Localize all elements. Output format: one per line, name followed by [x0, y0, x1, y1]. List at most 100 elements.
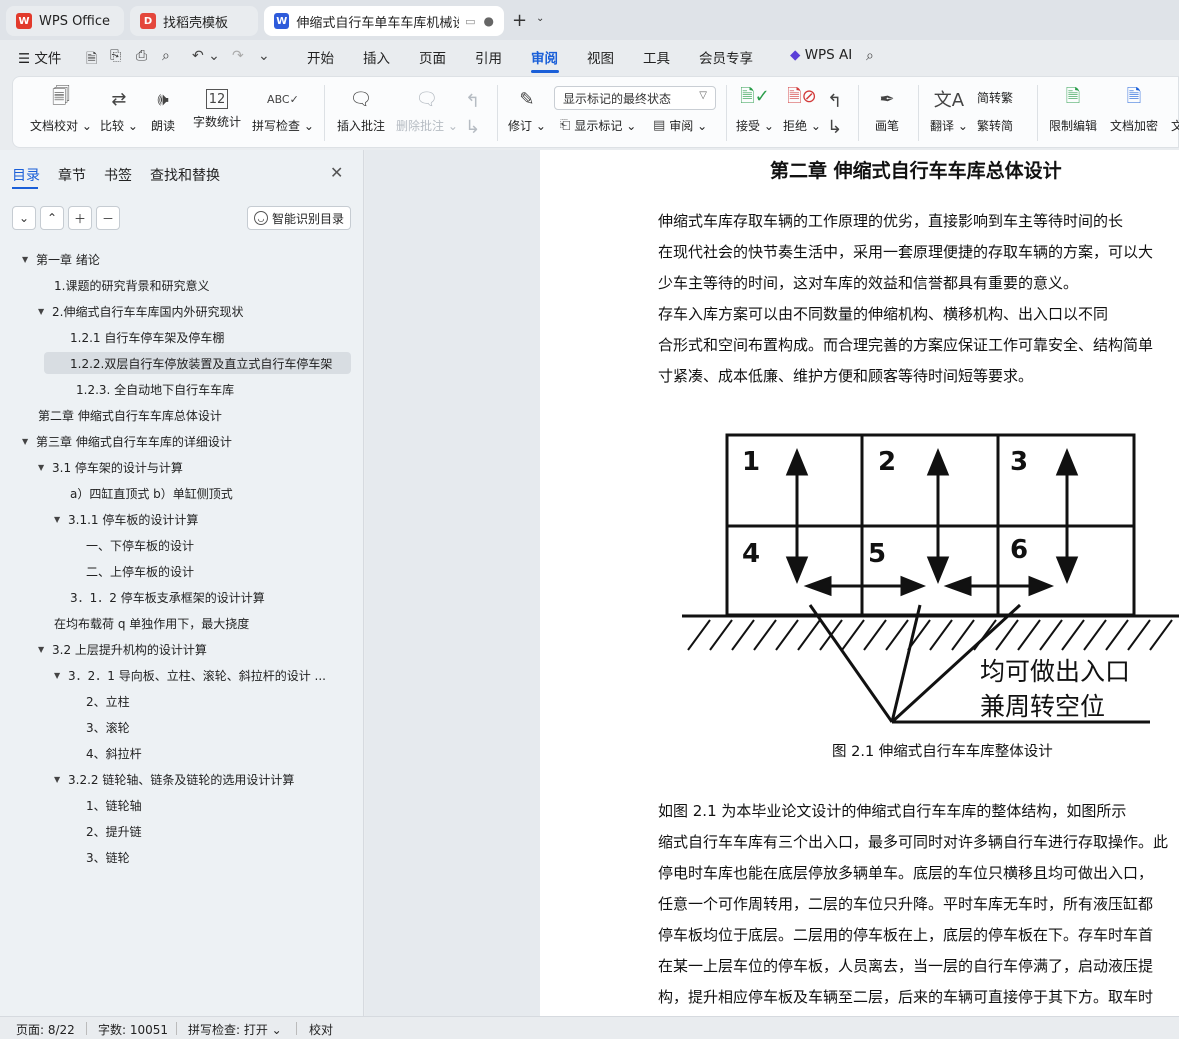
toc-item[interactable]: 1.2.3. 全自动地下自行车车库 — [76, 378, 234, 400]
toc-item[interactable]: 4、斜拉杆 — [86, 742, 142, 764]
nav-tab-toc[interactable]: 目录 — [12, 165, 40, 185]
toc-item-label: 第一章 绪论 — [36, 252, 100, 267]
new-tab-icon[interactable]: + — [512, 10, 527, 31]
add-heading-button[interactable]: ＋ — [68, 206, 92, 230]
expand-arrow-icon[interactable]: ▼ — [54, 515, 68, 524]
expand-button[interactable]: ⌃ — [40, 206, 64, 230]
toc-item[interactable]: 1、链轮轴 — [86, 794, 142, 816]
doc-check-button[interactable]: 🗐 文档校对 ⌄ — [30, 85, 92, 134]
save-icon[interactable]: 🗎 — [86, 48, 97, 72]
next-comment-button[interactable]: ↳ — [465, 113, 480, 141]
display-mode-value: 显示标记的最终状态 — [563, 92, 672, 106]
print-preview-icon[interactable]: ⌕ — [162, 48, 170, 64]
accept-button[interactable]: 🗎✓ 接受 ⌄ — [736, 85, 774, 134]
to-simplified-button[interactable]: 繁转简 — [977, 117, 1013, 134]
toc-item[interactable]: 一、下停车板的设计 — [86, 534, 194, 556]
toc-item-selected[interactable]: 1.2.2.双层自行车停放装置及直立式自行车停车架 — [44, 352, 351, 374]
toc-item[interactable]: 3、滚轮 — [86, 716, 130, 738]
menu-tools[interactable]: 工具 — [643, 47, 670, 67]
menu-wps-ai[interactable]: ◆ WPS AI — [790, 47, 852, 63]
proofread-status[interactable]: 校对 — [309, 1021, 333, 1038]
nav-tab-chapters[interactable]: 章节 — [58, 165, 86, 185]
chevron-down-icon[interactable]: ⌄ — [536, 13, 544, 24]
delete-comment-button[interactable]: 🗨 删除批注 ⌄ — [396, 85, 458, 134]
menu-page[interactable]: 页面 — [419, 47, 446, 67]
menu-view[interactable]: 视图 — [587, 47, 614, 67]
read-aloud-button[interactable]: 🕪 朗读 — [151, 85, 175, 134]
toc-item[interactable]: 在均布载荷 q 单独作用下，最大挠度 — [54, 612, 249, 634]
toc-item[interactable]: 第二章 伸缩式自行车车库总体设计 — [38, 404, 222, 426]
export-icon[interactable]: ⎘ — [110, 48, 121, 64]
insert-comment-button[interactable]: 🗨 插入批注 — [337, 85, 385, 134]
toc-item[interactable]: 二、上停车板的设计 — [86, 560, 194, 582]
next-change-button[interactable]: ↳ — [827, 113, 842, 141]
toc-item[interactable]: ▼ 3．2．1 导向板、立柱、滚轮、斜拉杆的设计 ... — [54, 664, 326, 686]
compare-button[interactable]: ⇄ 比较 ⌄ — [100, 85, 138, 134]
menu-review[interactable]: 审阅 — [531, 47, 558, 67]
slot-number: 4 — [742, 539, 760, 569]
file-menu[interactable]: ☰ 文件 — [18, 47, 61, 67]
toc-item[interactable]: 2、立柱 — [86, 690, 130, 712]
expand-arrow-icon[interactable]: ▼ — [54, 775, 68, 784]
word-count-button[interactable]: 12 字数统计 — [193, 85, 241, 130]
menu-references[interactable]: 引用 — [475, 47, 502, 67]
toc-item[interactable]: ▼ 3.1.1 停车板的设计计算 — [54, 508, 198, 530]
remove-heading-button[interactable]: － — [96, 206, 120, 230]
menu-home[interactable]: 开始 — [307, 47, 334, 67]
doc-more-button[interactable]: 文 — [1171, 85, 1179, 134]
expand-arrow-icon[interactable]: ▼ — [22, 255, 36, 264]
undo-icon[interactable]: ↶ ⌄ — [192, 48, 220, 64]
toc-item[interactable]: ▼ 2.伸缩式自行车车库国内外研究现状 — [38, 300, 243, 322]
expand-arrow-icon[interactable]: ▼ — [38, 463, 52, 472]
page-indicator[interactable]: 页面: 8/22 — [16, 1021, 75, 1038]
toc-item[interactable]: ▼ 第一章 绪论 — [22, 248, 100, 270]
expand-arrow-icon[interactable]: ▼ — [38, 645, 52, 654]
collapse-button[interactable]: ⌄ — [12, 206, 36, 230]
expand-arrow-icon[interactable]: ▼ — [54, 671, 68, 680]
toc-item[interactable]: 3．1．2 停车板支承框架的设计计算 — [70, 586, 265, 608]
nav-tab-bookmarks[interactable]: 书签 — [104, 165, 132, 185]
prev-comment-button[interactable]: ↰ — [465, 87, 480, 115]
translate-button[interactable]: 文A 翻译 ⌄ — [930, 85, 968, 134]
restrict-edit-button[interactable]: 🗎 限制编辑 — [1049, 85, 1097, 134]
revise-button[interactable]: ✎ 修订 ⌄ — [508, 85, 546, 134]
toc-item[interactable]: ▼ 3.2 上层提升机构的设计计算 — [38, 638, 207, 660]
spell-check-status[interactable]: 拼写检查: 打开 ⌄ — [188, 1021, 282, 1038]
nav-tab-find-replace[interactable]: 查找和替换 — [150, 165, 220, 185]
pen-button[interactable]: ✒ 画笔 — [875, 85, 899, 134]
toc-item[interactable]: ▼ 3.2.2 链轮轴、链条及链轮的选用设计计算 — [54, 768, 294, 790]
tab-document[interactable]: W 伸缩式自行车单车车库机械设 ▭ ● — [264, 6, 504, 36]
review-pane-button[interactable]: ▤ 审阅 ⌄ — [653, 117, 707, 134]
tab-wps-office[interactable]: W WPS Office — [6, 6, 124, 36]
expand-arrow-icon[interactable]: ▼ — [38, 307, 52, 316]
close-icon[interactable]: ✕ — [330, 163, 343, 182]
redo-icon[interactable]: ↷ — [232, 48, 244, 64]
reject-button[interactable]: 🗎⊘ 拒绝 ⌄ — [783, 85, 821, 134]
search-icon[interactable]: ⌕ — [866, 48, 874, 64]
spell-check-button[interactable]: ABC✓ 拼写检查 ⌄ — [252, 85, 314, 134]
prev-change-button[interactable]: ↰ — [827, 87, 842, 115]
toc-item[interactable]: a）四缸直顶式 b）单缸侧顶式 — [70, 482, 233, 504]
document-page[interactable]: 第二章 伸缩式自行车车库总体设计 伸缩式车库存取车辆的工作原理的优劣，直接影响到… — [540, 150, 1179, 1016]
toc-item[interactable]: 3、链轮 — [86, 846, 130, 868]
smart-toc-button[interactable]: ◡ 智能识别目录 — [247, 206, 351, 230]
chevron-down-icon[interactable]: ⌄ — [258, 48, 270, 64]
close-tab-icon[interactable]: ● — [484, 14, 494, 28]
insert-comment-icon: 🗨 — [349, 88, 373, 110]
tab-templates[interactable]: D 找稻壳模板 — [130, 6, 258, 36]
word-count-indicator[interactable]: 字数: 10051 — [98, 1021, 168, 1038]
toc-item[interactable]: 2、提升链 — [86, 820, 142, 842]
menu-insert[interactable]: 插入 — [363, 47, 390, 67]
doc-encrypt-button[interactable]: 🗎 文档加密 — [1110, 85, 1158, 134]
to-traditional-button[interactable]: 简转繁 — [977, 89, 1013, 106]
toc-item[interactable]: 1.2.1 自行车停车架及停车棚 — [70, 326, 224, 348]
toc-item[interactable]: ▼ 3.1 停车架的设计与计算 — [38, 456, 183, 478]
toc-item[interactable]: ▼ 第三章 伸缩式自行车车库的详细设计 — [22, 430, 232, 452]
expand-arrow-icon[interactable]: ▼ — [22, 437, 36, 446]
menu-membership[interactable]: 会员专享 — [699, 47, 753, 67]
display-mode-select[interactable]: 显示标记的最终状态 ▽ — [554, 86, 716, 110]
toc-item[interactable]: 1.课题的研究背景和研究意义 — [54, 274, 209, 296]
print-icon[interactable]: ⎙ — [136, 48, 147, 64]
show-markup-button[interactable]: ⎗ 显示标记 ⌄ — [560, 117, 636, 134]
review-ribbon: 🗐 文档校对 ⌄ ⇄ 比较 ⌄ 🕪 朗读 12 字数统计 ABC✓ 拼写检查 ⌄… — [12, 76, 1179, 148]
